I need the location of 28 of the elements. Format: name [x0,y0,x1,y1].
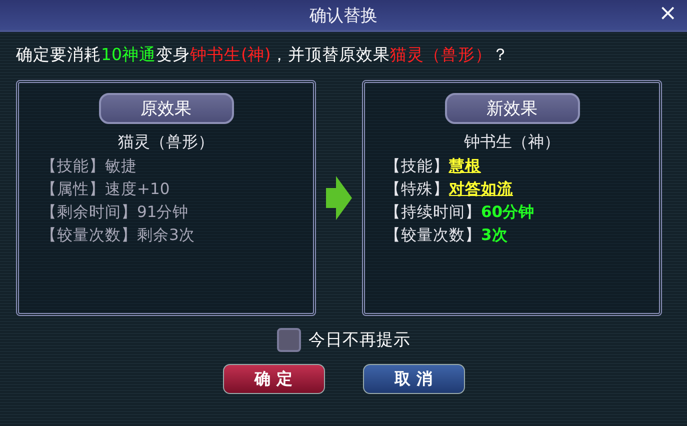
attribute-value: 速度+10 [105,179,170,200]
attribute-value[interactable]: 对答如流 [449,179,513,200]
window-title: 确认替换 [310,4,378,26]
effect-name: 猫灵（兽形） [118,132,214,153]
attribute-label: 【较量次数】 [385,225,481,246]
confirm-message: 确定要消耗10神通变身钟书生(神)，并顶替原效果猫灵（兽形）？ [15,44,510,66]
arrow-icon [326,176,352,220]
panel-heading: 原效果 [98,93,234,124]
attribute-value: 91分钟 [137,202,189,223]
attribute-label: 【属性】 [41,179,105,200]
attribute-label: 【技能】 [385,156,449,177]
checkbox[interactable] [276,328,300,352]
close-button[interactable]: × [654,3,681,25]
confirm-button[interactable]: 确 定 [222,364,324,394]
attribute-label: 【剩余时间】 [41,202,137,223]
cancel-button[interactable]: 取 消 [362,364,464,394]
attribute-value: 敏捷 [105,156,137,177]
panel-heading: 新效果 [444,93,580,124]
attribute-value[interactable]: 慧根 [449,156,481,177]
attribute-label: 【持续时间】 [385,202,481,223]
attribute-value: 60分钟 [481,202,535,223]
attribute-value: 剩余3次 [137,225,195,246]
attribute-label: 【特殊】 [385,179,449,200]
attribute-value: 3次 [481,225,508,246]
effect-name: 钟书生（神） [464,132,560,153]
checkbox-label: 今日不再提示 [308,329,410,351]
attribute-label: 【较量次数】 [41,225,137,246]
attribute-label: 【技能】 [41,156,105,177]
